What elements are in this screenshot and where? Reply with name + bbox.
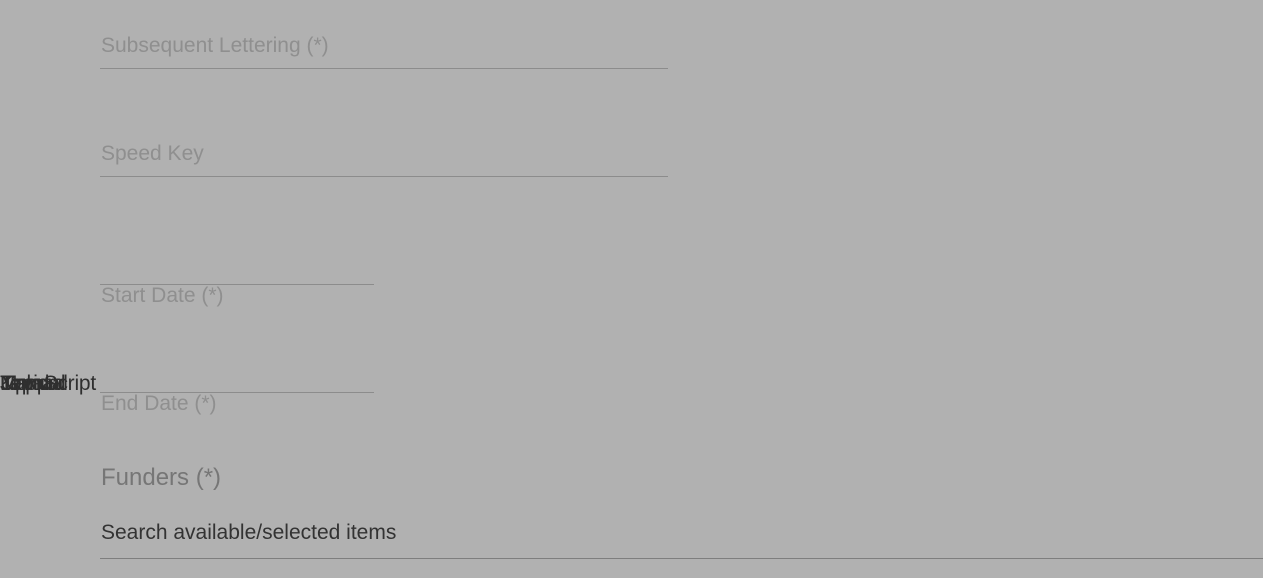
speed-key-placeholder: Speed Key [101,142,204,165]
start-date-field[interactable]: Start Date (*) [100,250,374,310]
end-date-label: End Date (*) [101,392,217,415]
option-label-upload[interactable]: Upload [0,372,66,396]
subsequent-lettering-field[interactable]: Subsequent Lettering (*) [100,30,668,70]
funders-search-underline [100,558,1263,559]
subsequent-lettering-placeholder: Subsequent Lettering (*) [101,34,329,57]
speed-key-underline [100,176,668,177]
end-date-field[interactable]: End Date (*) [100,358,374,418]
subsequent-lettering-underline [100,68,668,69]
speed-key-field[interactable]: Speed Key [100,138,668,178]
start-date-label: Start Date (*) [101,284,224,307]
funders-search-input[interactable]: Search available/selected items [101,521,396,545]
funders-heading: Funders (*) [101,464,222,491]
